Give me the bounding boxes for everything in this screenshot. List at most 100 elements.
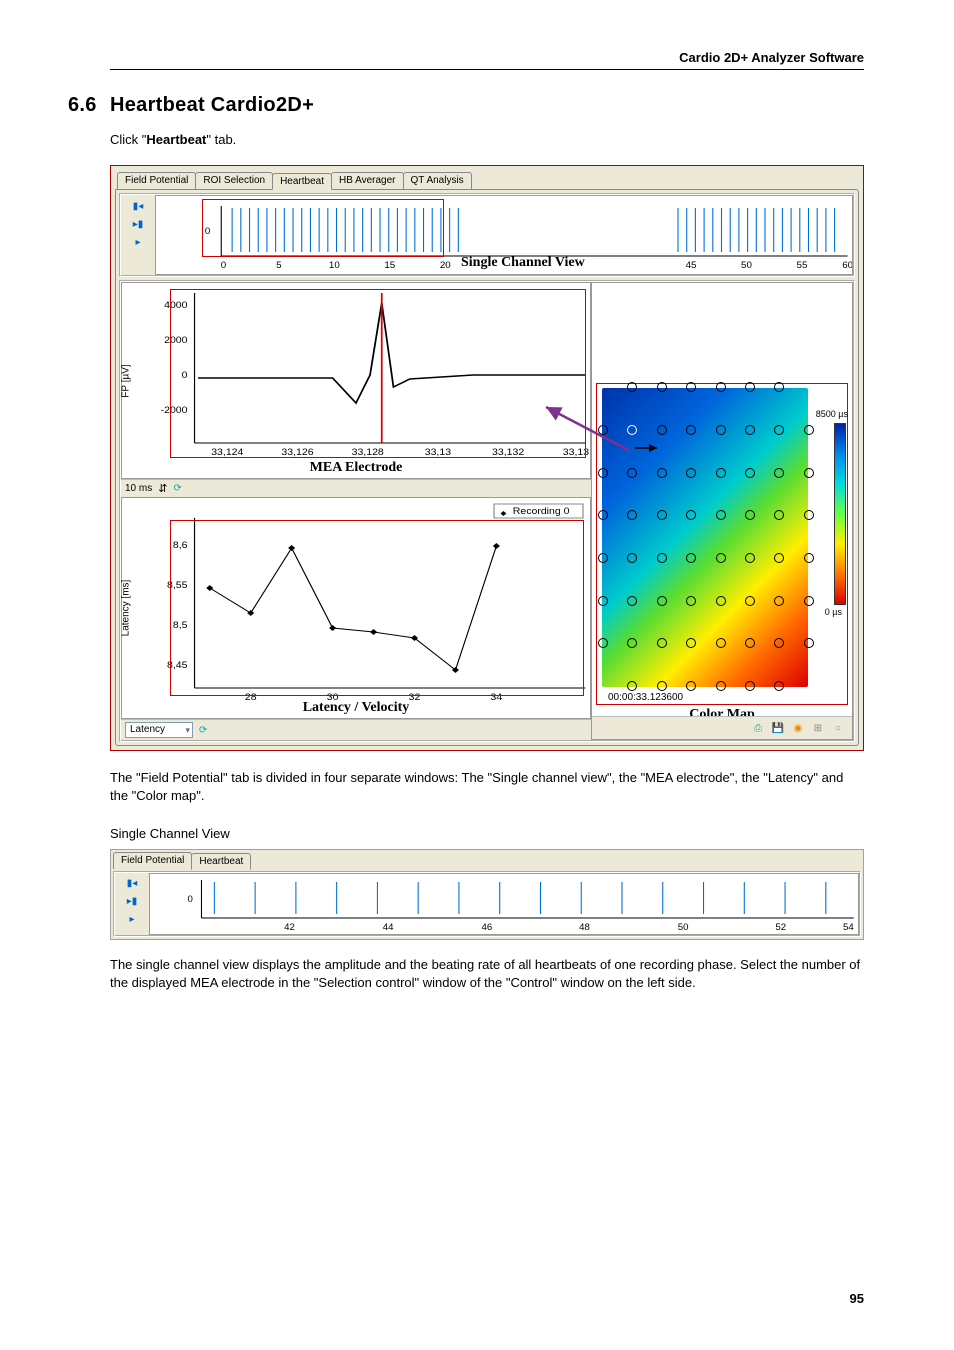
electrode-dot[interactable] bbox=[598, 596, 608, 606]
electrode-dot[interactable] bbox=[804, 596, 814, 606]
section-number: 6.6 bbox=[68, 94, 110, 117]
fp-stepper-icon[interactable]: ⇵ bbox=[158, 482, 167, 495]
electrode-dot[interactable] bbox=[804, 553, 814, 563]
timestamp-label: 00:00:33.123600 bbox=[608, 692, 683, 703]
electrode-dot[interactable] bbox=[657, 510, 667, 520]
cmap-circle-icon[interactable]: ○ bbox=[830, 720, 846, 736]
color-bar bbox=[834, 423, 846, 605]
nav2-play-icon[interactable]: ▸ bbox=[125, 913, 139, 927]
section-heading: 6.6Heartbeat Cardio2D+ bbox=[68, 94, 864, 117]
page-header: Cardio 2D+ Analyzer Software bbox=[110, 50, 864, 70]
electrode-dot[interactable] bbox=[686, 510, 696, 520]
electrode-dot[interactable] bbox=[657, 468, 667, 478]
color-map-panel: 8500 µs 0 µs 00:00:33.123600 Color Map ⎙… bbox=[591, 282, 853, 740]
electrode-dot[interactable] bbox=[745, 553, 755, 563]
tab2-field-potential[interactable]: Field Potential bbox=[113, 852, 192, 869]
svg-text:0: 0 bbox=[221, 260, 226, 271]
electrode-dot[interactable] bbox=[598, 510, 608, 520]
electrode-dot[interactable] bbox=[745, 510, 755, 520]
electrode-dot[interactable] bbox=[716, 681, 726, 691]
lat-redbox bbox=[170, 520, 584, 696]
electrode-dot[interactable] bbox=[657, 425, 667, 435]
electrode-dot[interactable] bbox=[657, 596, 667, 606]
tab2-heartbeat[interactable]: Heartbeat bbox=[191, 853, 251, 870]
electrode-dot[interactable] bbox=[686, 382, 696, 392]
electrode-dot[interactable] bbox=[686, 553, 696, 563]
electrode-dot[interactable] bbox=[686, 638, 696, 648]
color-map-heatmap bbox=[602, 388, 808, 687]
electrode-dot[interactable] bbox=[657, 638, 667, 648]
electrode-dot[interactable] bbox=[774, 638, 784, 648]
electrode-dot[interactable] bbox=[716, 468, 726, 478]
cmap-export-icon[interactable]: ⎙ bbox=[750, 720, 766, 736]
lat-title: Latency / Velocity bbox=[122, 700, 590, 716]
electrode-dot[interactable] bbox=[774, 510, 784, 520]
electrode-dot[interactable] bbox=[774, 596, 784, 606]
electrode-dot[interactable] bbox=[804, 425, 814, 435]
electrode-dot[interactable] bbox=[686, 425, 696, 435]
nav-first-icon[interactable]: ▮◂ bbox=[131, 199, 145, 213]
electrode-dot[interactable] bbox=[774, 382, 784, 392]
electrode-dot[interactable] bbox=[745, 382, 755, 392]
cbar-max-label: 8500 µs bbox=[816, 409, 848, 419]
electrode-dot[interactable] bbox=[745, 468, 755, 478]
electrode-dot[interactable] bbox=[686, 468, 696, 478]
electrode-dot[interactable] bbox=[627, 382, 637, 392]
electrode-dot[interactable] bbox=[627, 510, 637, 520]
electrode-dot[interactable] bbox=[598, 638, 608, 648]
electrode-dot[interactable] bbox=[774, 553, 784, 563]
tab-bar-2: Field Potential Heartbeat bbox=[111, 850, 863, 869]
tab-qt-analysis[interactable]: QT Analysis bbox=[403, 172, 472, 189]
tab-roi-selection[interactable]: ROI Selection bbox=[195, 172, 273, 189]
electrode-dot[interactable] bbox=[627, 468, 637, 478]
para-1: The "Field Potential" tab is divided in … bbox=[110, 769, 864, 805]
electrode-dot[interactable] bbox=[657, 382, 667, 392]
electrode-dot[interactable] bbox=[716, 638, 726, 648]
tab-bar: Field Potential ROI Selection Heartbeat … bbox=[115, 170, 859, 189]
fp-controls: 10 ms ⇵ ⟳ bbox=[121, 479, 591, 497]
svg-text:42: 42 bbox=[284, 922, 295, 932]
lat-ylabel: Latency [ms] bbox=[121, 580, 132, 637]
svg-text:Recording 0: Recording 0 bbox=[513, 507, 570, 517]
mea-electrode-plot: FP [µV] 4000 2000 0 -2000 33,124 33,126 … bbox=[121, 282, 591, 479]
electrode-dot[interactable] bbox=[745, 425, 755, 435]
latency-select[interactable]: Latency bbox=[125, 722, 193, 738]
cmap-grid-icon[interactable]: ⊞ bbox=[810, 720, 826, 736]
electrode-dot[interactable] bbox=[716, 382, 726, 392]
svg-text:45: 45 bbox=[686, 260, 697, 271]
electrode-dot[interactable] bbox=[657, 553, 667, 563]
electrode-dot[interactable] bbox=[716, 510, 726, 520]
cmap-record-icon[interactable]: ◉ bbox=[790, 720, 806, 736]
lat-refresh-icon[interactable]: ⟳ bbox=[199, 725, 207, 736]
electrode-dot[interactable] bbox=[716, 425, 726, 435]
electrode-dot[interactable] bbox=[657, 681, 667, 691]
fp-xres-label: 10 ms bbox=[125, 483, 152, 494]
page-number: 95 bbox=[850, 1291, 864, 1306]
electrode-dot[interactable] bbox=[627, 553, 637, 563]
electrode-dot[interactable] bbox=[598, 553, 608, 563]
latency-plot: Latency [ms] 8,6 8,55 8,5 8,45 28 30 32 … bbox=[121, 497, 591, 719]
electrode-dot[interactable] bbox=[774, 425, 784, 435]
scv-small-plot: 0 42 44 46 48 50 52 54 bbox=[149, 873, 859, 935]
nav-next-icon[interactable]: ▸▮ bbox=[131, 217, 145, 231]
para-2: The single channel view displays the amp… bbox=[110, 956, 864, 992]
electrode-dot[interactable] bbox=[627, 638, 637, 648]
tab-hb-averager[interactable]: HB Averager bbox=[331, 172, 404, 189]
electrode-dot[interactable] bbox=[716, 596, 726, 606]
electrode-dot[interactable] bbox=[804, 468, 814, 478]
tab-field-potential[interactable]: Field Potential bbox=[117, 172, 196, 189]
fp-refresh-icon[interactable]: ⟳ bbox=[173, 483, 181, 494]
cmap-save-icon[interactable]: 💾 bbox=[770, 720, 786, 736]
electrode-dot[interactable] bbox=[598, 468, 608, 478]
electrode-dot[interactable] bbox=[745, 638, 755, 648]
electrode-dot[interactable] bbox=[774, 468, 784, 478]
electrode-dot[interactable] bbox=[686, 596, 696, 606]
tab-heartbeat[interactable]: Heartbeat bbox=[272, 173, 332, 190]
electrode-dot[interactable] bbox=[627, 596, 637, 606]
electrode-dot[interactable] bbox=[716, 553, 726, 563]
electrode-dot[interactable] bbox=[745, 596, 755, 606]
nav2-next-icon[interactable]: ▸▮ bbox=[125, 895, 139, 909]
nav2-first-icon[interactable]: ▮◂ bbox=[125, 877, 139, 891]
section-title: Heartbeat Cardio2D+ bbox=[110, 94, 314, 116]
nav-play-icon[interactable]: ▸ bbox=[131, 235, 145, 249]
